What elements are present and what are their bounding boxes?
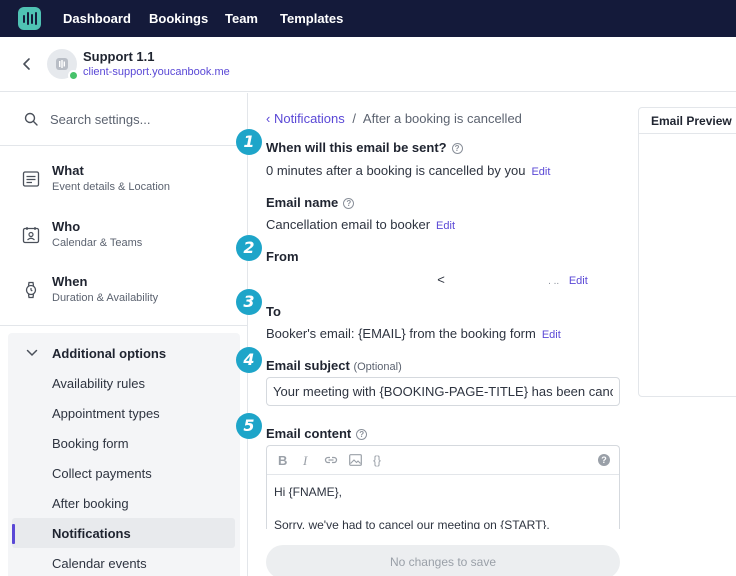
booking-page-icon: [56, 58, 68, 70]
email-subject-label: Email subject (Optional): [266, 358, 402, 373]
step-badge: 2: [236, 235, 262, 261]
image-icon[interactable]: [349, 454, 362, 466]
search-icon: [24, 112, 38, 126]
email-preview-header: Email Preview: [639, 108, 736, 134]
sidebar-section-title: What: [52, 163, 84, 178]
help-icon[interactable]: ?: [451, 143, 463, 154]
nav-dashboard[interactable]: Dashboard: [63, 11, 131, 26]
breadcrumb-back-link[interactable]: ‹ Notifications: [266, 111, 345, 126]
step-badge: 3: [236, 289, 262, 315]
nav-templates[interactable]: Templates: [280, 11, 343, 26]
email-body-line: Hi {FNAME},: [274, 485, 343, 499]
search-input[interactable]: [50, 109, 230, 129]
sidebar-section-title: When: [52, 274, 88, 289]
edit-when-link[interactable]: Edit: [531, 166, 550, 178]
step-badge: 4: [236, 347, 262, 373]
sidebar-section-what[interactable]: What Event details & Location: [0, 155, 247, 207]
edit-from-link[interactable]: Edit: [569, 275, 588, 287]
redacted-sender-name: [354, 276, 434, 286]
breadcrumb: ‹ Notifications / After a booking is can…: [266, 111, 522, 126]
edit-name-link[interactable]: Edit: [436, 220, 455, 232]
additional-options-title: Additional options: [52, 346, 167, 361]
when-value: 0 minutes after a booking is cancelled b…: [266, 163, 551, 178]
help-icon[interactable]: ?: [356, 429, 368, 440]
page-title: Support 1.1: [83, 49, 155, 64]
active-item-indicator: [12, 524, 15, 544]
from-label: From: [266, 249, 299, 264]
optional-hint: (Optional): [353, 361, 402, 373]
email-subject-field: [266, 377, 620, 406]
notification-editor: ‹ Notifications / After a booking is can…: [236, 93, 637, 576]
nav-team[interactable]: Team: [225, 11, 258, 26]
step-badge: 1: [236, 129, 262, 155]
sidebar-section-subtitle: Calendar & Teams: [52, 237, 143, 249]
chevron-down-icon: [26, 349, 38, 357]
sidebar-section-who[interactable]: Who Calendar & Teams: [0, 211, 247, 263]
app-logo-icon[interactable]: [18, 7, 41, 30]
sidebar-item-availability-rules[interactable]: Availability rules: [52, 376, 145, 391]
nav-bookings[interactable]: Bookings: [149, 11, 208, 26]
to-value: Booker's email: {EMAIL} from the booking…: [266, 326, 561, 341]
sidebar-section-title: Who: [52, 219, 81, 234]
save-button[interactable]: No changes to save: [266, 545, 620, 576]
sidebar-section-when[interactable]: When Duration & Availability: [0, 266, 247, 318]
additional-options-toggle[interactable]: Additional options: [8, 333, 240, 373]
sidebar-item-calendar-events[interactable]: Calendar events: [52, 556, 147, 571]
sidebar-item-collect-payments[interactable]: Collect payments: [52, 466, 152, 481]
online-status-dot: [68, 70, 79, 81]
page-header: Support 1.1 client-support.youcanbook.me: [0, 37, 736, 92]
help-icon[interactable]: ?: [598, 454, 610, 466]
to-label: To: [266, 304, 281, 319]
email-content-editor[interactable]: B I {} ? Hi {FNAME}, Sorry, we've had to…: [266, 445, 620, 529]
redacted-sender-name: [266, 276, 350, 286]
watch-icon: [25, 281, 37, 299]
from-value: < . .. Edit: [266, 272, 588, 287]
breadcrumb-current: After a booking is cancelled: [362, 111, 522, 126]
editor-toolbar: B I {} ?: [267, 446, 619, 475]
help-icon[interactable]: ?: [343, 198, 355, 209]
bold-button[interactable]: B: [278, 453, 287, 468]
email-preview-title: Email Preview: [651, 114, 732, 128]
event-details-icon: [22, 171, 40, 187]
email-body-line: Sorry, we've had to cancel our meeting o…: [274, 518, 550, 529]
edit-to-link[interactable]: Edit: [542, 329, 561, 341]
settings-search: [0, 93, 247, 146]
email-name-value: Cancellation email to booker Edit: [266, 217, 456, 232]
booking-page-link[interactable]: client-support.youcanbook.me: [83, 66, 230, 78]
sidebar-item-after-booking[interactable]: After booking: [52, 496, 129, 511]
italic-button[interactable]: I: [303, 453, 307, 469]
email-subject-input[interactable]: [267, 378, 619, 405]
link-icon[interactable]: [324, 455, 338, 465]
step-badge: 5: [236, 413, 262, 439]
merge-field-button[interactable]: {}: [373, 453, 381, 467]
additional-options-group: Additional options Availability rules Ap…: [8, 333, 240, 576]
email-preview-panel: Email Preview: [638, 107, 736, 397]
sidebar-item-booking-form[interactable]: Booking form: [52, 436, 129, 451]
when-label: When will this email be sent??: [266, 140, 463, 155]
sidebar-item-notifications[interactable]: Notifications: [52, 526, 131, 541]
avatar: [47, 49, 79, 81]
settings-sidebar: What Event details & Location Who Calend…: [0, 93, 248, 576]
email-content-label: Email content?: [266, 426, 368, 441]
sidebar-section-subtitle: Duration & Availability: [52, 292, 159, 304]
top-navigation: Dashboard Bookings Team Templates: [0, 0, 736, 37]
breadcrumb-separator: /: [352, 111, 357, 126]
sidebar-item-appointment-types[interactable]: Appointment types: [52, 406, 160, 421]
back-chevron-icon[interactable]: [20, 57, 34, 71]
sidebar-section-subtitle: Event details & Location: [52, 181, 171, 193]
email-name-label: Email name?: [266, 195, 355, 210]
redacted-sender-email: [448, 276, 544, 286]
sidebar-divider: [0, 325, 247, 326]
calendar-team-icon: [22, 227, 40, 244]
